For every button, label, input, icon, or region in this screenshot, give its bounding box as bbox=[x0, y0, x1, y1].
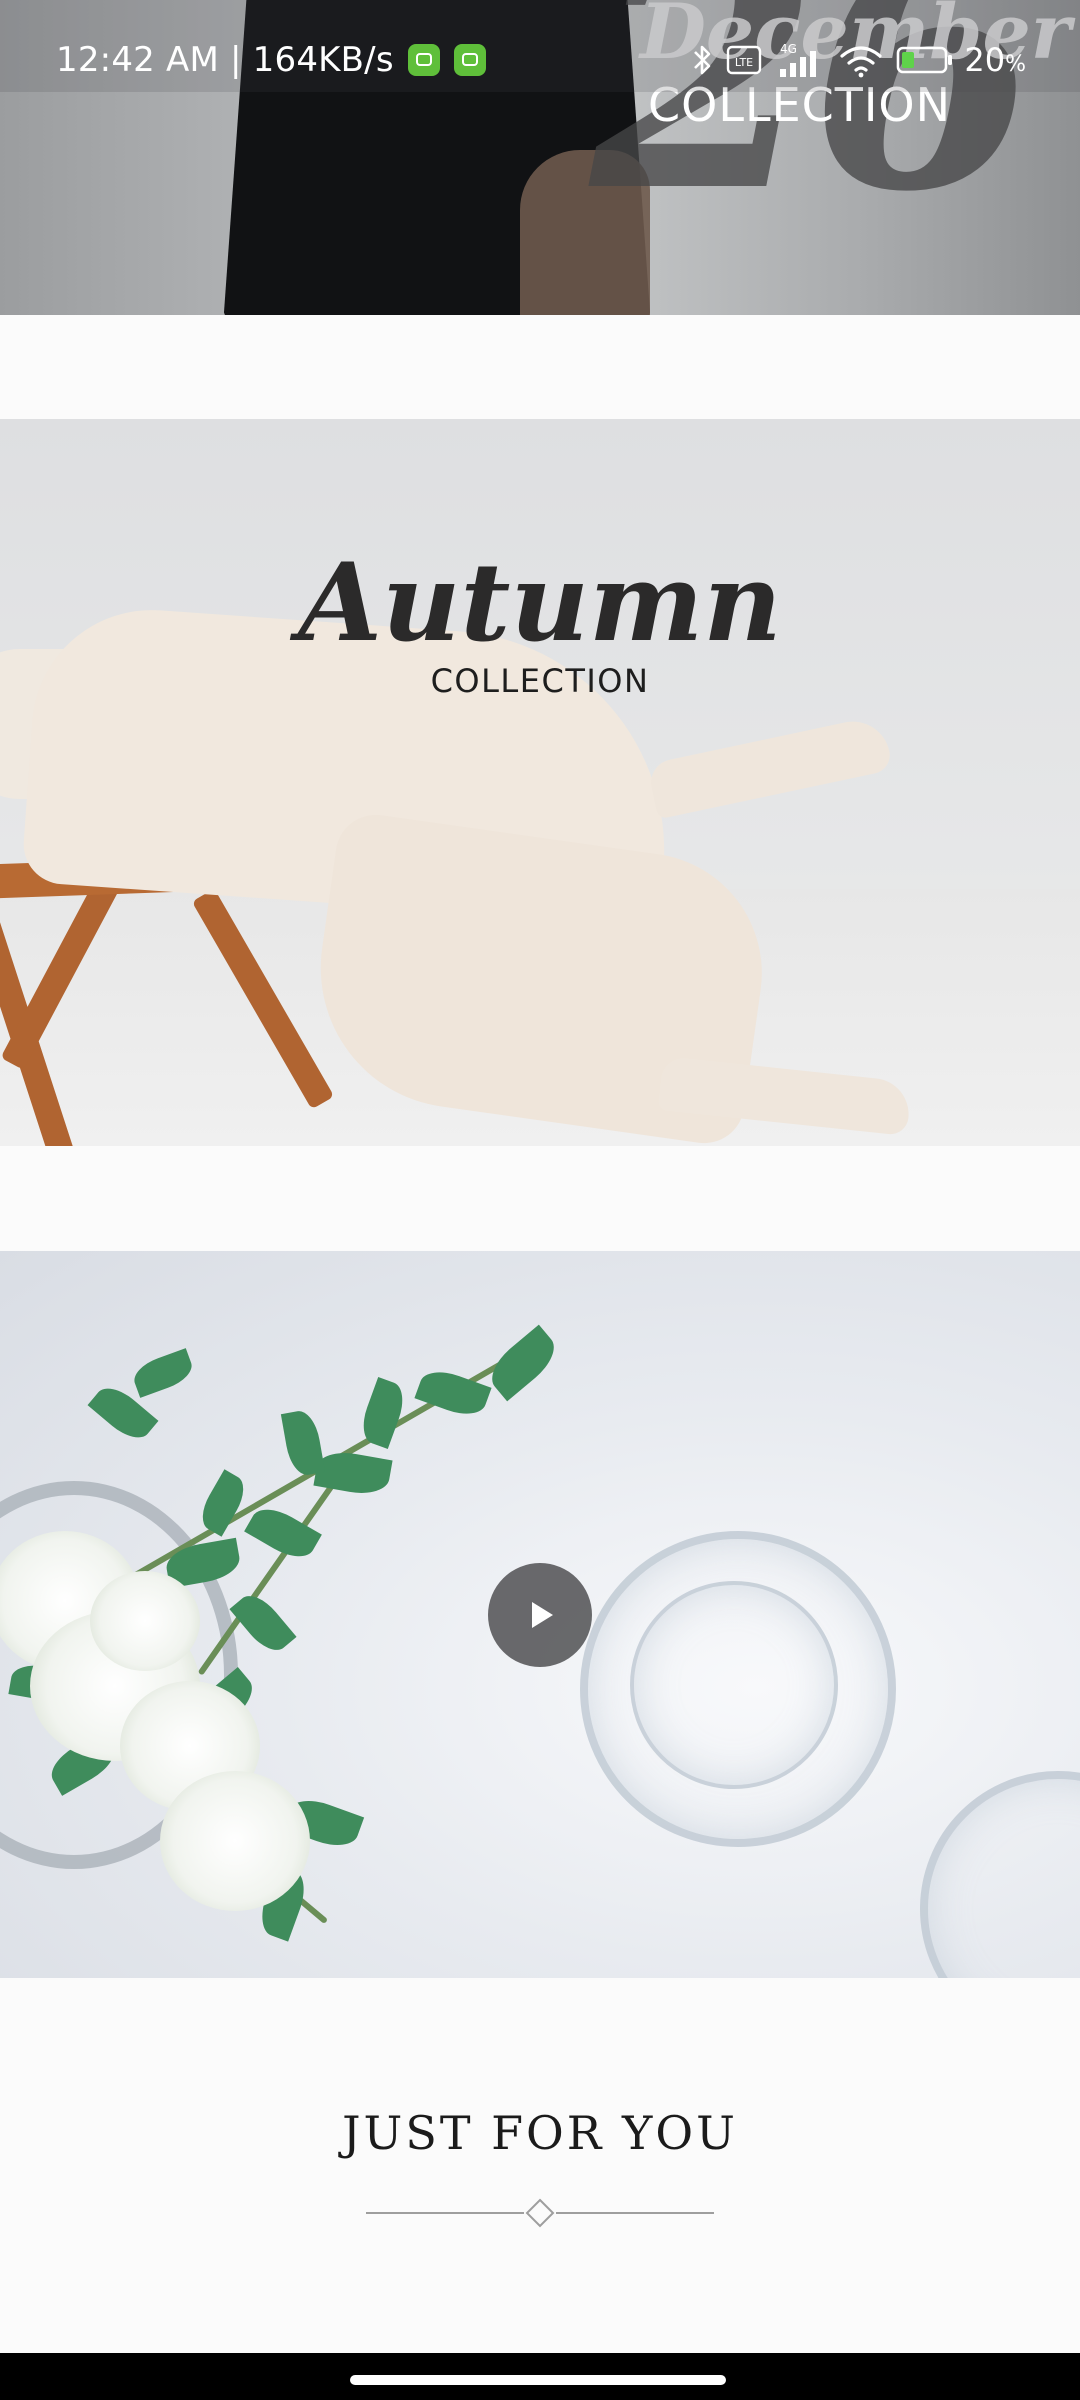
home-indicator[interactable] bbox=[350, 2375, 726, 2385]
leaf bbox=[280, 1408, 326, 1478]
play-icon bbox=[532, 1602, 553, 1628]
bluetooth-icon bbox=[694, 45, 711, 75]
leaf bbox=[129, 1348, 197, 1398]
battery-percentage-unit: % bbox=[1005, 52, 1026, 77]
play-button[interactable] bbox=[488, 1563, 592, 1667]
status-left: 12:42 AM | 164KB/s bbox=[56, 38, 486, 82]
app-badge-icon bbox=[453, 44, 486, 76]
wifi-icon bbox=[840, 46, 882, 78]
lte-label: LTE bbox=[735, 56, 753, 69]
video-banner[interactable] bbox=[0, 1251, 1080, 1978]
glass-cup-inner bbox=[630, 1581, 838, 1789]
autumn-title: Autumn bbox=[298, 540, 782, 666]
battery-percentage: 20% bbox=[964, 41, 1026, 79]
section-divider bbox=[366, 2198, 714, 2228]
signal-icon: 4G bbox=[780, 42, 817, 77]
autumn-collection-banner[interactable]: Autumn COLLECTION bbox=[0, 419, 1080, 1146]
battery-icon bbox=[897, 46, 953, 74]
flower-cluster bbox=[90, 1571, 200, 1671]
section-title-just-for-you: JUST FOR YOU bbox=[342, 2106, 738, 2160]
network-type-label: 4G bbox=[780, 42, 797, 56]
leaf bbox=[194, 1469, 252, 1537]
app-badge-icon bbox=[407, 44, 440, 76]
flower-cluster bbox=[160, 1771, 310, 1911]
model-shoe bbox=[646, 714, 894, 820]
autumn-subtitle: COLLECTION bbox=[430, 662, 650, 700]
status-time-speed: 12:42 AM | 164KB/s bbox=[56, 40, 394, 80]
glass-cup bbox=[920, 1771, 1080, 1978]
app-screen: 26 December COLLECTION 12:42 AM | 164KB/… bbox=[0, 0, 1080, 2400]
volte-icon: LTE bbox=[727, 45, 762, 75]
leaf bbox=[229, 1587, 297, 1659]
battery-percentage-value: 20 bbox=[964, 41, 1006, 79]
status-right: LTE 4G 20% bbox=[680, 38, 1026, 82]
status-bar: 12:42 AM | 164KB/s LTE 4G 20% bbox=[0, 0, 1080, 92]
navigation-bar bbox=[0, 2353, 1080, 2400]
